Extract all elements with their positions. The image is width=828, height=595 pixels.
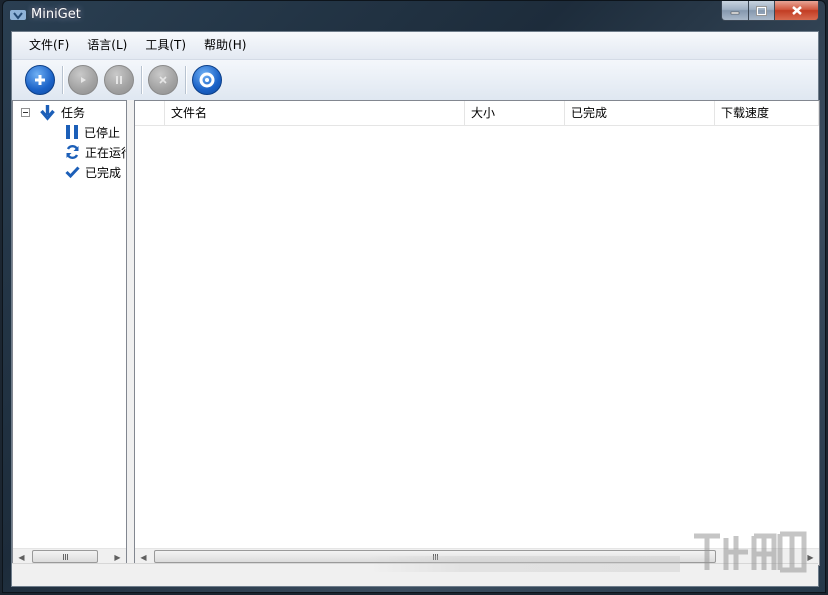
tree-item-label: 正在运行 bbox=[85, 145, 126, 160]
menu-file[interactable]: 文件(F) bbox=[20, 32, 78, 59]
column-header-filename[interactable]: 文件名 bbox=[165, 101, 465, 125]
caption-buttons bbox=[721, 1, 819, 21]
download-arrow-icon bbox=[40, 104, 55, 121]
scrollbar-grip bbox=[62, 553, 68, 560]
play-icon bbox=[81, 77, 86, 83]
tree-item-stopped[interactable]: 已停止 bbox=[65, 122, 120, 142]
stop-button[interactable] bbox=[148, 65, 178, 95]
add-icon bbox=[35, 75, 45, 85]
task-tree[interactable]: 任务 已停止 正在运行 已完成 ◀ ▶ bbox=[12, 100, 127, 566]
app-logo-icon bbox=[10, 10, 26, 20]
title-bar[interactable]: MiniGet bbox=[3, 1, 825, 31]
minimize-button[interactable] bbox=[721, 1, 749, 21]
window-title: MiniGet bbox=[31, 7, 81, 22]
minimize-icon bbox=[730, 11, 740, 14]
toolbar-separator bbox=[185, 66, 186, 94]
close-icon bbox=[791, 6, 802, 15]
status-bar bbox=[12, 531, 818, 586]
scrollbar-thumb[interactable] bbox=[32, 550, 98, 563]
tree-item-label: 任务 bbox=[61, 105, 86, 120]
panel-splitter[interactable] bbox=[127, 100, 134, 566]
settings-icon bbox=[199, 72, 215, 88]
column-header-completed[interactable]: 已完成 bbox=[565, 101, 715, 125]
client-area: 文件(F) 语言(L) 工具(T) 帮助(H) 任务 已停止 正在运 已完成 ◀… bbox=[11, 31, 820, 587]
tree-item-tasks[interactable]: 任务 bbox=[39, 102, 85, 122]
settings-button[interactable] bbox=[192, 65, 222, 95]
maximize-button[interactable] bbox=[749, 1, 775, 21]
watermark-logo bbox=[370, 526, 810, 580]
watermark-logo-icon bbox=[694, 531, 807, 573]
close-button[interactable] bbox=[775, 1, 819, 21]
menu-tools[interactable]: 工具(T) bbox=[136, 32, 195, 59]
pause-icon bbox=[66, 125, 78, 139]
tree-item-label: 已停止 bbox=[84, 125, 121, 140]
pause-button[interactable] bbox=[104, 65, 134, 95]
download-list[interactable]: 文件名 大小 已完成 下载速度 ◀ ▶ bbox=[134, 100, 820, 566]
toolbar-separator bbox=[141, 66, 142, 94]
list-header: 文件名 大小 已完成 下载速度 bbox=[135, 101, 819, 126]
start-button[interactable] bbox=[68, 65, 98, 95]
maximize-icon bbox=[756, 5, 767, 16]
watermark-banner bbox=[370, 556, 680, 572]
column-header-blank[interactable] bbox=[135, 101, 165, 125]
add-task-button[interactable] bbox=[25, 65, 55, 95]
checkmark-icon bbox=[65, 166, 80, 179]
tree-item-running[interactable]: 正在运行 bbox=[65, 142, 126, 162]
tree-collapse-toggle[interactable] bbox=[21, 108, 30, 117]
refresh-icon bbox=[66, 145, 79, 159]
pause-icon bbox=[116, 76, 122, 84]
toolbar bbox=[12, 60, 818, 101]
app-window: MiniGet 文件(F) 语言(L) 工具(T) 帮助(H) 任务 已停止 正… bbox=[2, 0, 826, 593]
menu-bar: 文件(F) 语言(L) 工具(T) 帮助(H) bbox=[12, 32, 818, 60]
toolbar-separator bbox=[62, 66, 63, 94]
column-header-size[interactable]: 大小 bbox=[465, 101, 565, 125]
stop-icon bbox=[159, 76, 167, 84]
tree-item-label: 已完成 bbox=[85, 165, 122, 180]
column-header-speed[interactable]: 下载速度 bbox=[715, 101, 819, 125]
tree-item-completed[interactable]: 已完成 bbox=[65, 162, 121, 182]
menu-help[interactable]: 帮助(H) bbox=[195, 32, 255, 59]
menu-language[interactable]: 语言(L) bbox=[78, 32, 136, 59]
